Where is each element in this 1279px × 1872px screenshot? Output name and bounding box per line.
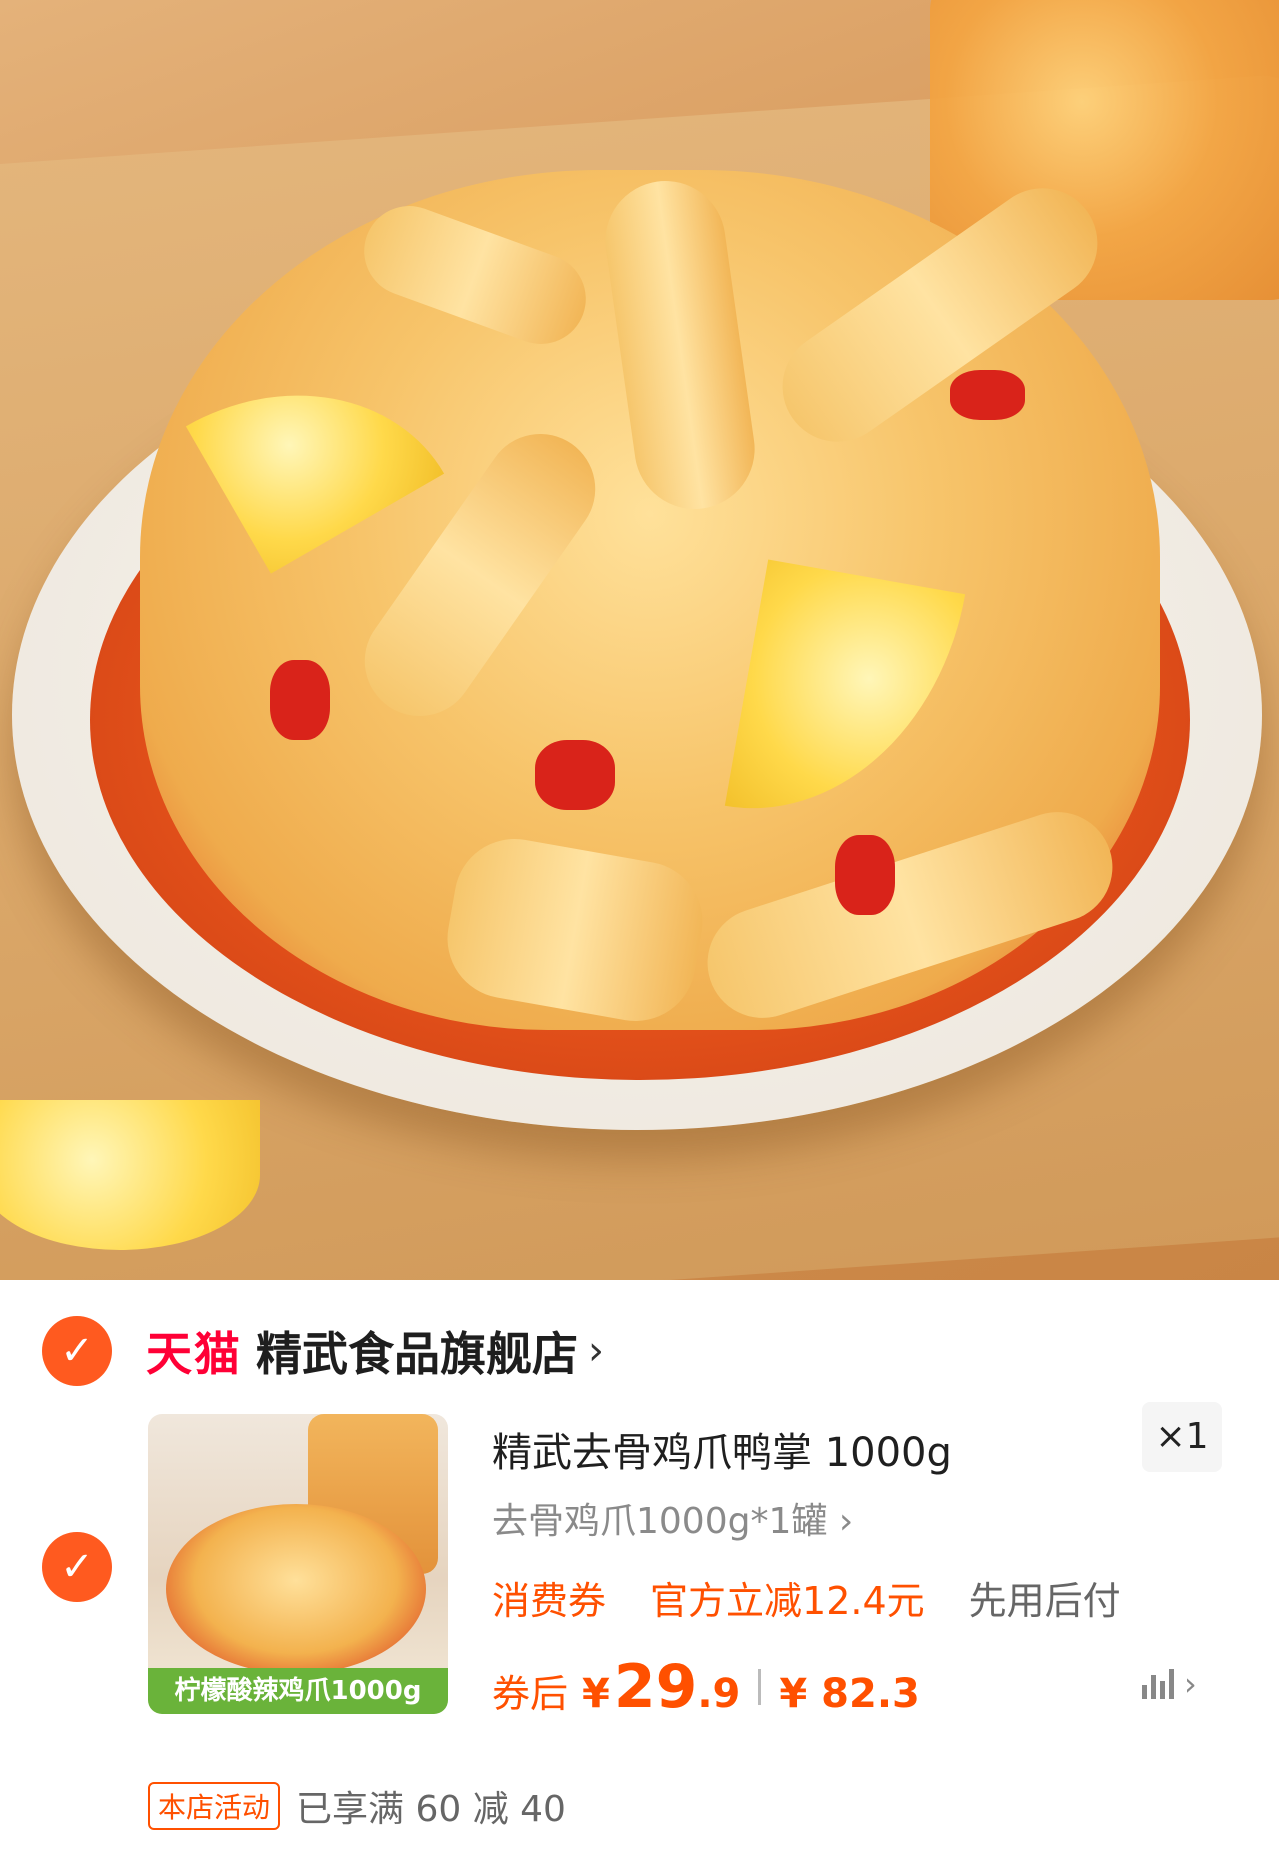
sku-selector[interactable]: 去骨鸡爪1000g*1罐 › bbox=[492, 1492, 853, 1544]
chevron-right-icon: › bbox=[588, 1328, 604, 1374]
promo-coupon: 消费券 bbox=[492, 1579, 607, 1623]
red-chili bbox=[950, 370, 1025, 420]
store-activity[interactable]: 本店活动 已享满 60 减 40 bbox=[148, 1780, 566, 1832]
price-integer: 29 bbox=[613, 1652, 698, 1722]
currency-symbol: ¥ bbox=[582, 1671, 610, 1717]
store-header[interactable]: 天猫 精武食品旗舰店 › bbox=[146, 1316, 604, 1386]
product-thumbnail[interactable]: 柠檬酸辣鸡爪1000g bbox=[148, 1414, 448, 1714]
product-title[interactable]: 精武去骨鸡爪鸭掌 1000g bbox=[492, 1420, 952, 1478]
promo-official-discount: 官方立减12.4元 bbox=[650, 1579, 925, 1623]
original-price: ¥ 82.3 bbox=[779, 1671, 920, 1717]
item-select-checkbox[interactable]: ✓ bbox=[42, 1532, 112, 1602]
thumbnail-plate bbox=[166, 1504, 426, 1674]
promo-pay-later: 先用后付 bbox=[968, 1579, 1121, 1623]
check-icon: ✓ bbox=[60, 1328, 94, 1374]
store-name: 精武食品旗舰店 bbox=[256, 1327, 578, 1381]
quantity-badge[interactable]: ×1 bbox=[1142, 1402, 1222, 1472]
promo-row: 消费券 官方立减12.4元 先用后付 bbox=[492, 1570, 1121, 1625]
red-chili bbox=[535, 740, 615, 810]
order-item-card: ✓ 天猫 精武食品旗舰店 › ✓ 柠檬酸辣鸡爪1000g 精武去骨鸡爪鸭掌 10… bbox=[0, 1280, 1279, 1872]
red-chili bbox=[835, 835, 895, 915]
price-detail-button[interactable]: › bbox=[1142, 1665, 1197, 1703]
price-divider bbox=[758, 1669, 762, 1705]
activity-text: 已享满 60 减 40 bbox=[296, 1789, 566, 1830]
activity-tag: 本店活动 bbox=[148, 1782, 281, 1830]
chevron-right-icon: › bbox=[1184, 1665, 1197, 1703]
product-hero-image bbox=[0, 0, 1279, 1280]
red-chili bbox=[270, 660, 330, 740]
after-coupon-label: 券后 bbox=[492, 1672, 569, 1716]
price-row: 券后 ¥ 29 .9 ¥ 82.3 bbox=[492, 1652, 920, 1722]
tmall-logo: 天猫 bbox=[146, 1327, 242, 1381]
price-chart-icon bbox=[1142, 1669, 1174, 1699]
thumbnail-label: 柠檬酸辣鸡爪1000g bbox=[148, 1668, 448, 1714]
check-icon: ✓ bbox=[60, 1544, 94, 1590]
store-select-checkbox[interactable]: ✓ bbox=[42, 1316, 112, 1386]
price-decimal: .9 bbox=[697, 1671, 741, 1717]
